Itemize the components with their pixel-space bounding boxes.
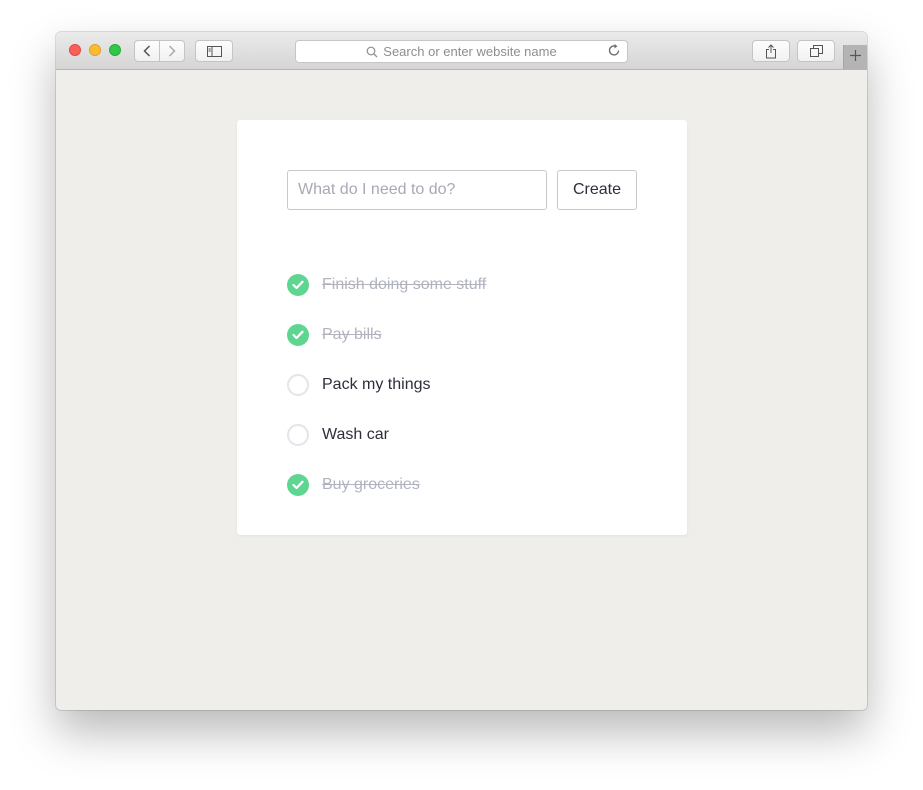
todo-item: Pack my things <box>287 360 486 410</box>
share-icon <box>765 43 777 59</box>
forward-arrow-icon <box>168 45 176 57</box>
close-window-button[interactable] <box>69 44 81 56</box>
sidebar-toggle-button[interactable] <box>195 40 233 62</box>
show-tabs-button[interactable] <box>797 40 835 62</box>
zoom-window-button[interactable] <box>109 44 121 56</box>
check-icon <box>292 280 304 290</box>
share-button[interactable] <box>752 40 790 62</box>
address-placeholder: Search or enter website name <box>383 44 557 59</box>
todo-item: Pay bills <box>287 310 486 360</box>
todo-list: Finish doing some stuff Pay bills Pack m… <box>287 260 486 510</box>
todo-card: Create Finish doing some stuff Pay bills… <box>237 120 687 535</box>
search-icon <box>366 46 378 58</box>
todo-checkbox[interactable] <box>287 374 309 396</box>
new-tab-button[interactable] <box>843 45 867 69</box>
back-arrow-icon <box>143 45 151 57</box>
tabs-icon <box>809 45 823 57</box>
todo-label: Wash car <box>322 426 389 443</box>
check-icon <box>292 330 304 340</box>
create-button[interactable]: Create <box>557 170 637 210</box>
todo-checkbox[interactable] <box>287 474 309 496</box>
todo-item: Buy groceries <box>287 460 486 510</box>
todo-input[interactable] <box>287 170 547 210</box>
todo-checkbox[interactable] <box>287 424 309 446</box>
todo-label: Buy groceries <box>322 476 420 493</box>
plus-icon <box>850 48 861 66</box>
todo-item: Finish doing some stuff <box>287 260 486 310</box>
browser-window: Search or enter website name Create <box>56 32 867 710</box>
sidebar-icon <box>206 45 222 57</box>
todo-label: Pay bills <box>322 326 382 343</box>
todo-checkbox[interactable] <box>287 324 309 346</box>
todo-label: Finish doing some stuff <box>322 276 487 293</box>
todo-label: Pack my things <box>322 376 431 393</box>
address-bar[interactable]: Search or enter website name <box>295 40 628 63</box>
todo-checkbox[interactable] <box>287 274 309 296</box>
back-button[interactable] <box>134 40 160 62</box>
minimize-window-button[interactable] <box>89 44 101 56</box>
check-icon <box>292 480 304 490</box>
todo-item: Wash car <box>287 410 486 460</box>
forward-button[interactable] <box>159 40 185 62</box>
reload-icon[interactable] <box>608 44 621 58</box>
browser-toolbar: Search or enter website name <box>56 32 867 70</box>
